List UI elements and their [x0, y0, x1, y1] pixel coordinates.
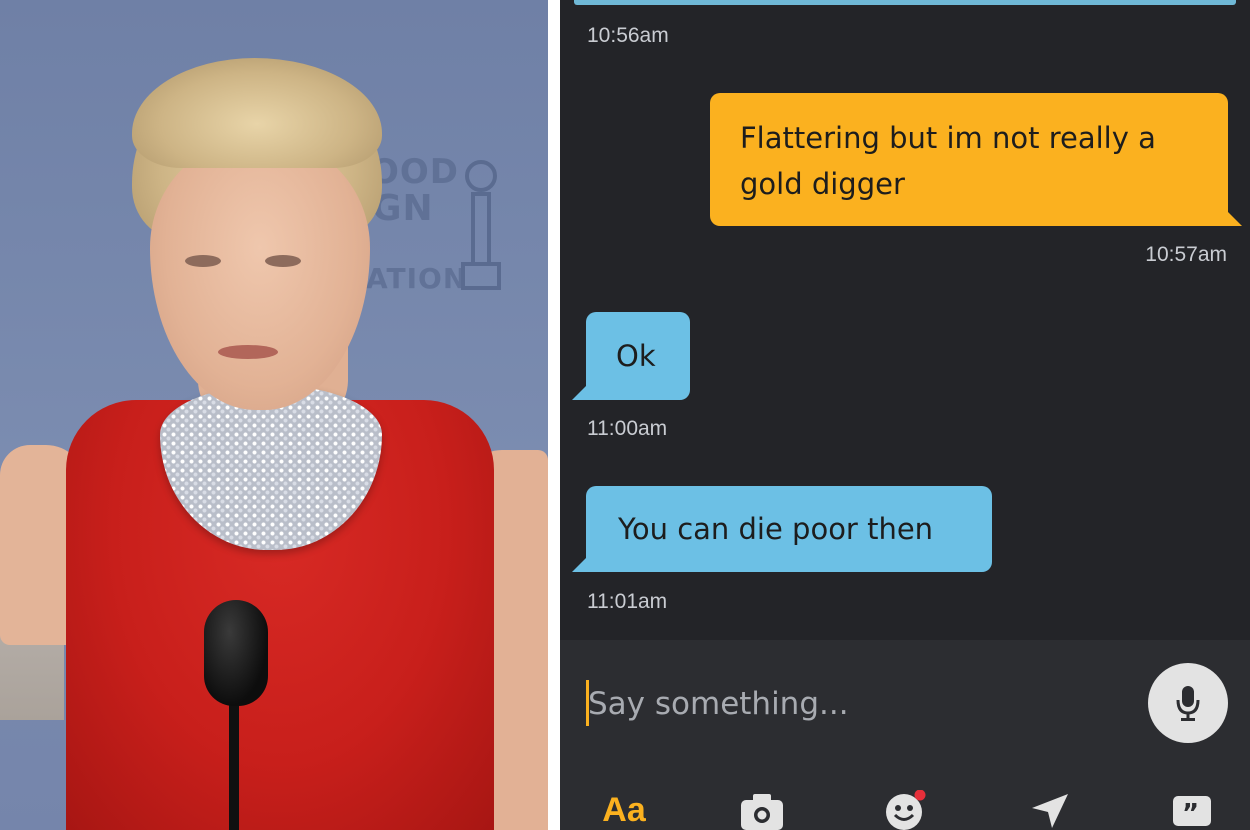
chat-screen: 10:56am Flattering but im not really a g…	[560, 0, 1250, 830]
quote-icon: ”	[1173, 796, 1211, 829]
microphone-icon	[1176, 686, 1200, 721]
message-timestamp: 10:57am	[1145, 243, 1227, 266]
text-cursor	[586, 680, 589, 726]
saved-phrases-button[interactable]: ”	[1168, 790, 1216, 830]
message-input[interactable]	[586, 680, 1128, 728]
message-text-line: gold digger	[740, 167, 905, 201]
voice-record-button[interactable]	[1148, 663, 1228, 743]
backdrop-text-3: ATION	[366, 262, 468, 295]
previous-bubble-edge	[574, 0, 1236, 5]
svg-text:”: ”	[1182, 799, 1199, 829]
trophy-icon	[461, 160, 501, 290]
message-text-line: Flattering but im not really a	[740, 121, 1156, 155]
hair-top	[132, 58, 382, 168]
outgoing-message-bubble[interactable]: Flattering but im not really a gold digg…	[710, 93, 1242, 226]
right-eye	[265, 255, 301, 267]
left-eye	[185, 255, 221, 267]
photo-panel: OOD GN ATION	[0, 0, 548, 830]
incoming-message-bubble[interactable]: Ok	[572, 312, 690, 400]
microphone-stand	[229, 690, 239, 830]
backdrop-text-1: OOD	[370, 152, 460, 192]
message-timestamp: 11:01am	[587, 590, 668, 613]
message-text: You can die poor then	[618, 512, 934, 546]
message-timestamp: 10:56am	[587, 24, 669, 47]
camera-icon	[741, 794, 783, 830]
microphone-icon	[204, 600, 268, 706]
message-text: Ok	[616, 339, 656, 373]
message-timestamp: 11:00am	[587, 417, 668, 440]
emoji-icon	[886, 790, 926, 830]
camera-button[interactable]	[738, 790, 786, 830]
emoji-button[interactable]	[882, 790, 930, 830]
incoming-message-bubble[interactable]: You can die poor then	[572, 486, 992, 572]
location-send-icon	[1032, 794, 1068, 828]
mouth	[218, 345, 278, 359]
text-style-button[interactable]: Aa	[596, 790, 652, 830]
location-button[interactable]	[1026, 790, 1074, 830]
panel-divider	[548, 0, 560, 830]
